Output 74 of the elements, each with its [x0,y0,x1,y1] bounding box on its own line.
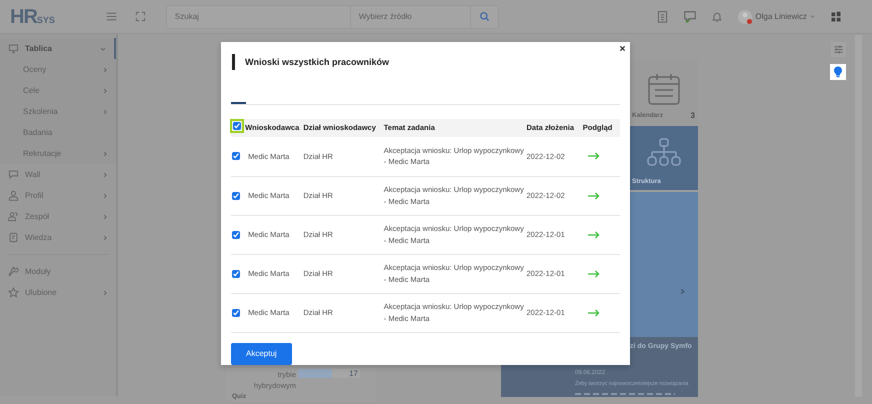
chevron-right-icon [102,172,108,178]
arrow-right-icon[interactable] [588,308,600,316]
modal-title: Wnioski wszystkich pracowników [232,54,620,70]
sidebar-label: Wiedza [25,232,52,244]
row-checkbox[interactable] [232,192,240,200]
chevron-right-icon [102,214,108,220]
sidebar-label: Tablica [25,42,52,54]
caret-icon[interactable] [809,13,816,20]
sliders-button[interactable] [831,42,846,57]
chevron-right-icon [102,150,108,156]
source-select[interactable]: Wybierz źródło [350,4,471,28]
bell-icon[interactable] [711,10,724,22]
close-button[interactable] [619,45,626,52]
sidebar-item[interactable]: Moduły [0,261,116,282]
tile-count: 3 [690,110,695,122]
avatar-icon[interactable] [737,8,754,24]
lightbulb-icon [833,66,843,78]
row-checkbox[interactable] [232,270,240,278]
chevron-right-icon [102,290,108,296]
hierarchy-icon [647,138,681,168]
logo[interactable]: HRSYS [10,6,55,26]
chevron-right-icon [102,192,108,198]
user-name[interactable]: Olga Liniewicz [755,10,807,22]
sidebar-item[interactable]: Wiedza [0,227,116,248]
menu-icon[interactable] [104,10,118,23]
chevron-down-icon [100,46,106,52]
sidebar-label: Wall [25,168,40,180]
sidebar-item[interactable]: Zespół [0,206,116,227]
chat-icon [8,169,19,180]
calendar-icon [647,72,681,106]
chevron-right-icon [102,108,108,114]
sidebar-label: Rekrutacje [23,148,62,160]
monitor-icon [8,43,19,54]
select-all-checkbox[interactable] [233,122,241,130]
search-field[interactable]: Szukaj [166,4,351,28]
grid-icon[interactable] [830,10,842,22]
chevron-right-icon [102,234,108,240]
sidebar-item[interactable]: Profil [0,185,116,206]
clipboard-icon[interactable] [656,10,670,23]
wrench-icon [8,266,19,277]
star-icon [8,287,19,298]
slide-dots[interactable] [575,393,675,396]
sliders-icon [833,44,844,55]
arrow-right-icon[interactable] [588,152,600,160]
search-button[interactable] [470,4,499,28]
accept-button[interactable]: Akceptuj [231,342,292,364]
row-checkbox[interactable] [232,230,240,238]
sidebar-label: Badania [23,126,52,138]
fullscreen-icon[interactable] [134,11,146,22]
search-icon [478,11,490,22]
sidebar-label: Zespół [25,210,50,222]
sidebar-label: Profil [25,190,44,202]
chevron-right-icon [102,66,108,72]
row-checkbox[interactable] [232,152,240,160]
sidebar-label: Moduły [25,266,51,278]
chevron-right-icon[interactable] [679,287,686,296]
arrow-right-icon[interactable] [588,230,600,238]
chevron-right-icon [102,88,108,94]
sidebar-label: Cele [23,84,40,96]
book-icon [8,232,19,243]
close-icon [619,45,626,52]
sidebar-item[interactable]: Wall [0,164,116,185]
lightbulb-button[interactable] [830,64,846,80]
person-icon [8,190,19,201]
people-icon [8,211,19,222]
sidebar-label: Oceny [23,64,46,76]
arrow-right-icon[interactable] [588,270,600,278]
sidebar-label: Ulubione [25,286,57,298]
sidebar-item[interactable]: Ulubione [0,282,116,303]
row-checkbox[interactable] [232,308,240,316]
arrow-right-icon[interactable] [588,192,600,200]
stat-value: 17 [349,369,358,378]
chat-check-icon[interactable] [683,10,698,24]
sidebar-label: Szkolenia [23,106,58,118]
